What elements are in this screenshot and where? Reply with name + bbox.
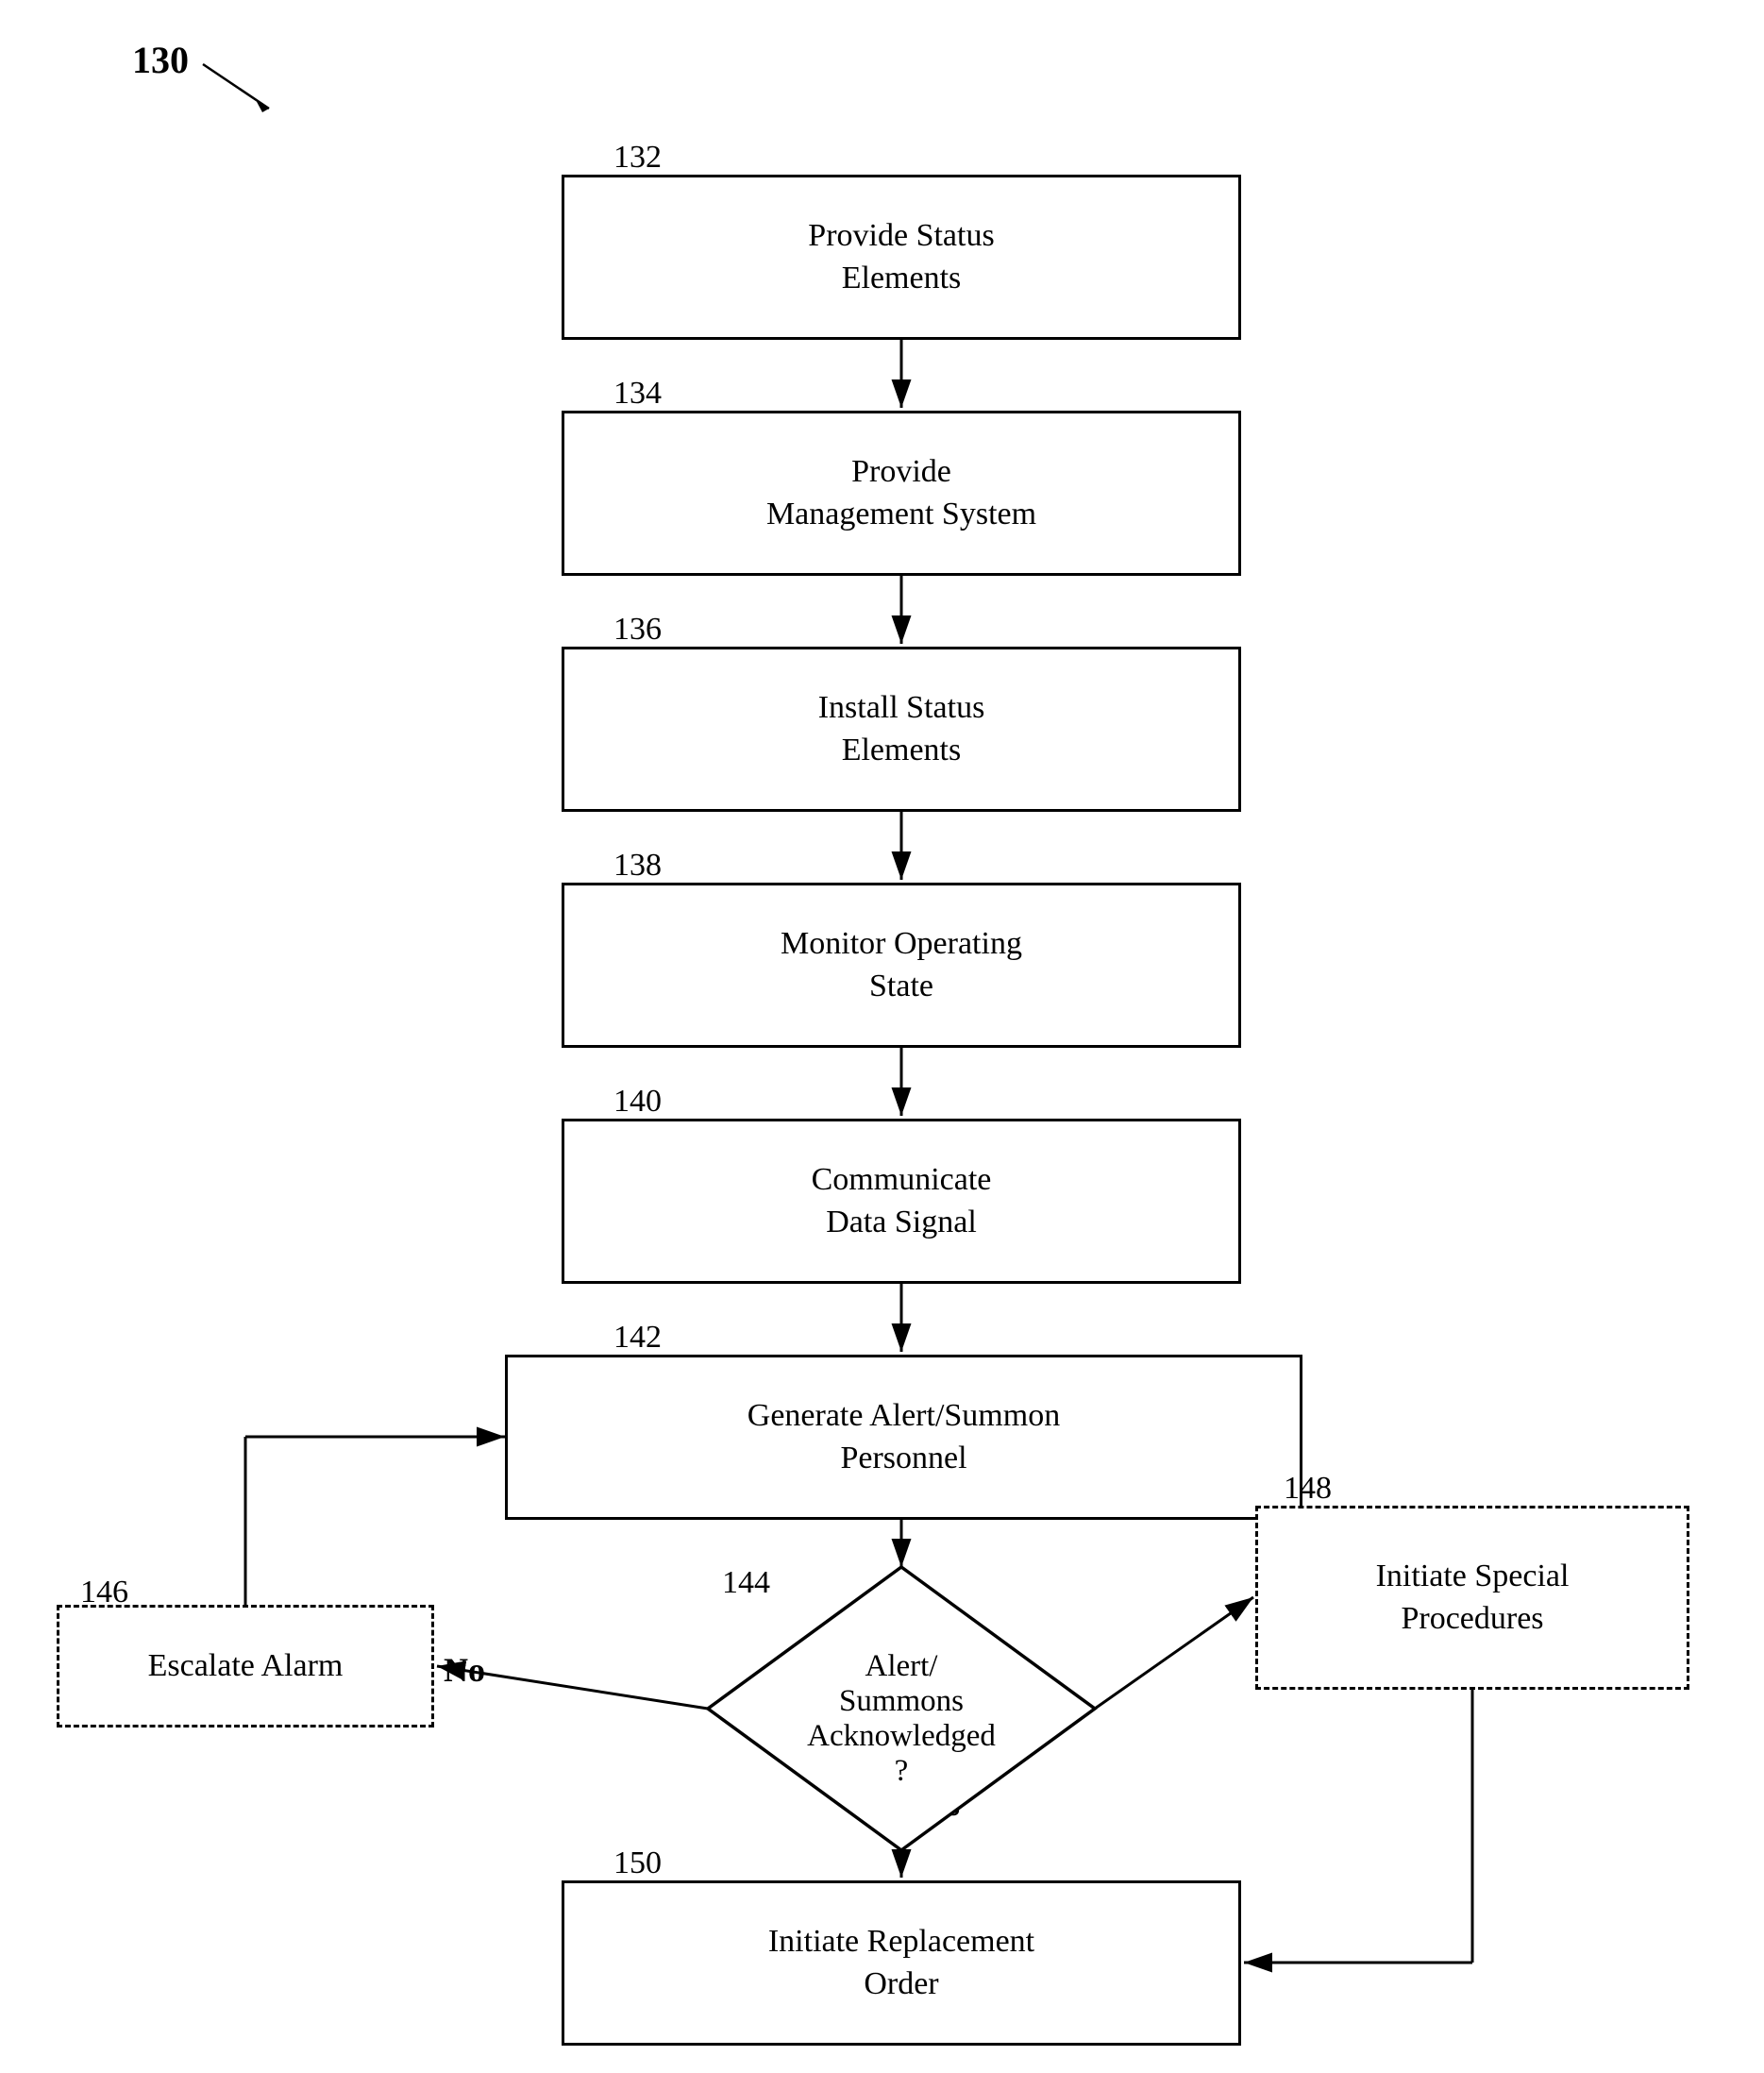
box-134: ProvideManagement System	[562, 411, 1241, 576]
box-132: Provide StatusElements	[562, 175, 1241, 340]
node-label-142: 142	[613, 1320, 662, 1356]
box-140-text: CommunicateData Signal	[812, 1159, 992, 1242]
no-label: No	[444, 1650, 485, 1690]
node-label-150: 150	[613, 1845, 662, 1881]
box-138: Monitor OperatingState	[562, 883, 1241, 1048]
node-label-148: 148	[1284, 1471, 1332, 1507]
svg-text:?: ?	[895, 1754, 909, 1788]
diagram-label-130: 130	[132, 38, 189, 82]
svg-text:Summons: Summons	[839, 1684, 964, 1718]
node-label-134: 134	[613, 376, 662, 412]
box-148: Initiate SpecialProcedures	[1255, 1506, 1689, 1690]
box-132-text: Provide StatusElements	[808, 215, 994, 298]
box-140: CommunicateData Signal	[562, 1119, 1241, 1284]
node-label-136: 136	[613, 612, 662, 648]
svg-text:Acknowledged: Acknowledged	[807, 1719, 996, 1753]
node-label-144: 144	[722, 1565, 770, 1601]
box-146-text: Escalate Alarm	[148, 1645, 344, 1687]
box-150-text: Initiate ReplacementOrder	[768, 1921, 1034, 2004]
yes-label: Yes	[911, 1784, 960, 1824]
box-150: Initiate ReplacementOrder	[562, 1880, 1241, 2046]
node-label-140: 140	[613, 1084, 662, 1120]
flowchart-diagram: 130 132 Provide StatusElements 134 Provi…	[0, 0, 1764, 2073]
box-138-text: Monitor OperatingState	[781, 923, 1022, 1006]
box-148-text: Initiate SpecialProcedures	[1376, 1556, 1570, 1639]
svg-text:Alert/: Alert/	[865, 1649, 939, 1683]
box-136: Install StatusElements	[562, 647, 1241, 812]
node-label-138: 138	[613, 848, 662, 884]
box-142: Generate Alert/SummonPersonnel	[505, 1355, 1302, 1520]
box-136-text: Install StatusElements	[818, 687, 985, 770]
box-146: Escalate Alarm	[57, 1605, 434, 1728]
node-label-132: 132	[613, 140, 662, 176]
box-142-text: Generate Alert/SummonPersonnel	[748, 1395, 1060, 1478]
box-134-text: ProvideManagement System	[766, 451, 1036, 534]
